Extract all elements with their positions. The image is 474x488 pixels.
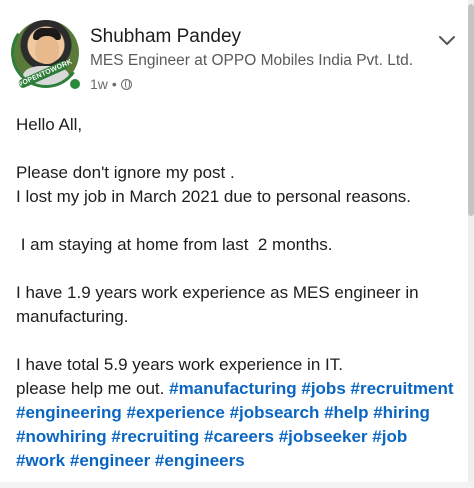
hashtag-link[interactable]: #jobs bbox=[301, 379, 345, 398]
post-greeting: Hello All, bbox=[16, 115, 83, 134]
hashtag-link[interactable]: #experience bbox=[127, 403, 225, 422]
post-time: 1w bbox=[90, 76, 108, 92]
globe-icon bbox=[120, 78, 132, 90]
hashtag-link[interactable]: #recruitment bbox=[351, 379, 454, 398]
hashtag-link[interactable]: #engineering bbox=[16, 403, 122, 422]
hashtag-link[interactable]: #manufacturing bbox=[169, 379, 297, 398]
hashtag-link[interactable]: #engineers bbox=[155, 451, 245, 470]
post-meta: 1w • bbox=[90, 76, 132, 92]
scrollbar-thumb[interactable] bbox=[468, 4, 474, 216]
hashtag-link[interactable]: #work bbox=[16, 451, 65, 470]
hashtag-link[interactable]: #engineer bbox=[70, 451, 150, 470]
meta-separator: • bbox=[111, 76, 117, 92]
hashtag-link[interactable]: #jobseeker bbox=[279, 427, 368, 446]
hashtag-link[interactable]: #nowhiring bbox=[16, 427, 107, 446]
hashtag-link[interactable]: #recruiting bbox=[111, 427, 199, 446]
hashtag-link[interactable]: #careers bbox=[204, 427, 274, 446]
author-headline: MES Engineer at OPPO Mobiles India Pvt. … bbox=[90, 52, 414, 69]
post-line: I am staying at home from last 2 months. bbox=[16, 235, 333, 254]
post-hashtag-line: please help me out. #manufacturing #jobs… bbox=[16, 377, 456, 473]
post-header: #OPENTOWORK Shubham Pandey MES Engineer … bbox=[0, 0, 474, 96]
post-line: Please don't ignore my post . bbox=[16, 163, 235, 182]
chevron-down-icon[interactable] bbox=[438, 32, 456, 50]
bottom-divider bbox=[0, 482, 474, 488]
online-status-dot bbox=[68, 77, 82, 91]
author-name[interactable]: Shubham Pandey bbox=[90, 26, 241, 48]
hashtag-link[interactable]: #hiring bbox=[373, 403, 430, 422]
hashtag-link[interactable]: #job bbox=[372, 427, 407, 446]
scrollbar[interactable] bbox=[468, 0, 474, 488]
post-line: I have 1.9 years work experience as MES … bbox=[16, 283, 419, 326]
post-line: I have total 5.9 years work experience i… bbox=[16, 355, 343, 374]
hashtag-link[interactable]: #help bbox=[324, 403, 368, 422]
hashtag-link[interactable]: #jobsearch bbox=[230, 403, 320, 422]
post-line-prefix: please help me out. bbox=[16, 379, 170, 398]
post-line: I lost my job in March 2021 due to perso… bbox=[16, 187, 411, 206]
post-body: Hello All, Please don't ignore my post .… bbox=[16, 113, 456, 473]
